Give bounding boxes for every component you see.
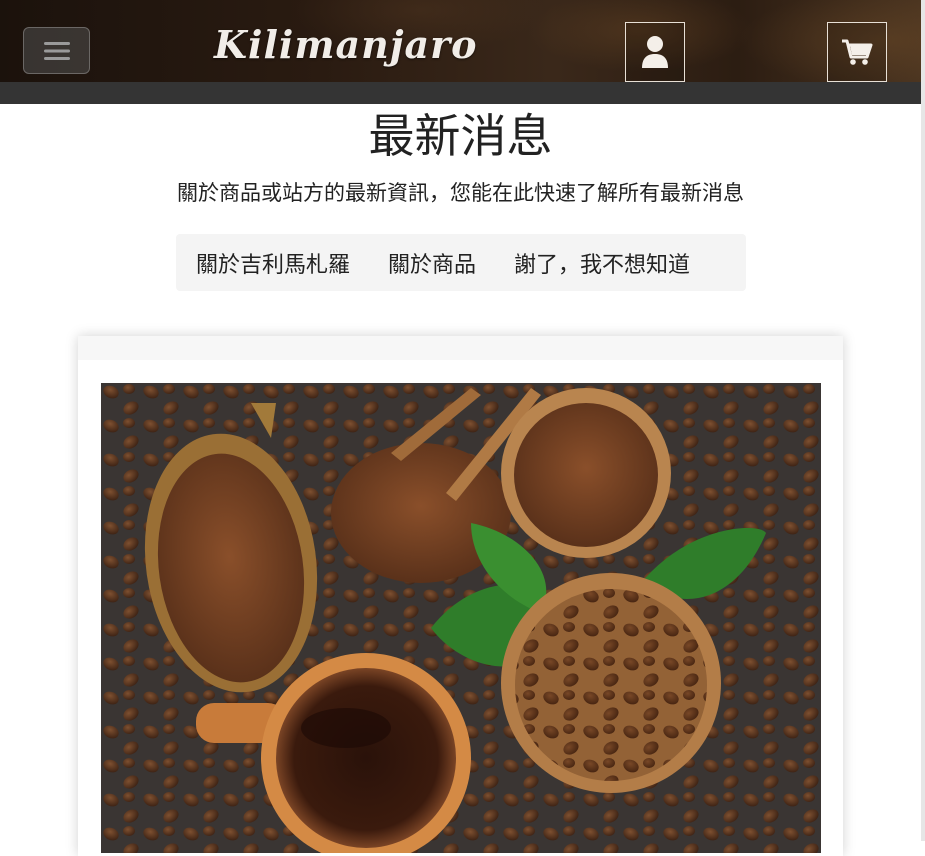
coffee-beans-photo	[101, 383, 821, 853]
scrollbar-track[interactable]	[921, 0, 925, 841]
shopping-cart-button[interactable]	[827, 22, 887, 82]
page-title: 最新消息	[368, 109, 553, 163]
page-subtitle: 關於商品或站方的最新資訊，您能在此快速了解所有最新消息	[177, 181, 744, 205]
tab-about-kilimanjaro[interactable]: 關於吉利馬札羅	[196, 247, 350, 279]
news-card	[78, 336, 843, 856]
user-icon	[642, 36, 668, 68]
cart-icon	[842, 39, 873, 65]
navbar-underbar	[0, 82, 921, 104]
user-account-button[interactable]	[625, 22, 685, 82]
brand-logo[interactable]: Kilimanjaro	[214, 22, 478, 67]
menu-button[interactable]	[23, 27, 90, 74]
top-navbar: Kilimanjaro	[0, 0, 921, 82]
tab-no-thanks[interactable]: 謝了，我不想知道	[514, 247, 690, 279]
news-category-tabs: 關於吉利馬札羅 關於商品 謝了，我不想知道	[176, 234, 746, 291]
card-header-strip	[78, 336, 843, 360]
tab-about-products[interactable]: 關於商品	[388, 247, 476, 279]
menu-icon	[43, 41, 70, 60]
